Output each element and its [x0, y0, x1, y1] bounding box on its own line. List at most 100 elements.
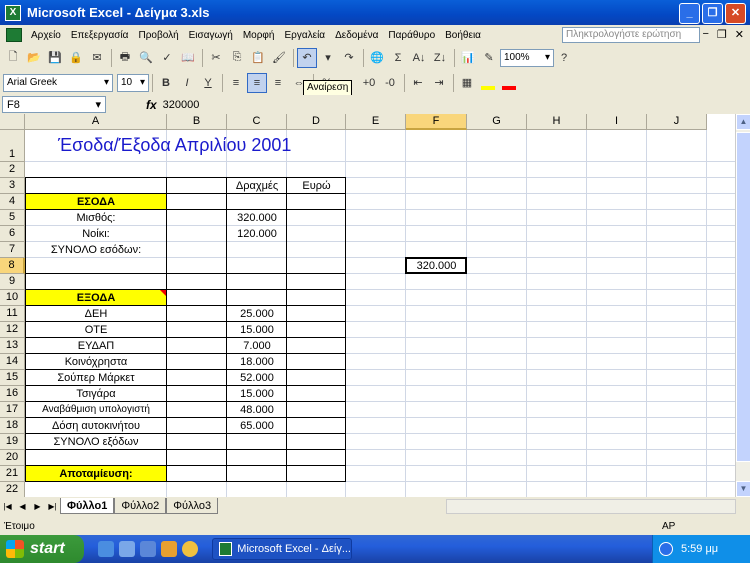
increase-decimal-icon[interactable]: +0: [359, 73, 379, 93]
help-question-input[interactable]: Πληκτρολογήστε ερώτηση: [562, 27, 700, 43]
undo-dropdown-icon[interactable]: ▾: [318, 48, 338, 68]
first-sheet-icon[interactable]: |◀: [0, 502, 15, 511]
menu-file[interactable]: Αρχείο: [26, 30, 66, 41]
fx-icon[interactable]: fx: [146, 98, 157, 112]
messenger-icon[interactable]: [182, 541, 198, 557]
vertical-scrollbar[interactable]: ▲ ▼: [735, 114, 750, 497]
name-box[interactable]: F8 ▾: [2, 96, 106, 113]
row-header[interactable]: 3: [0, 178, 25, 194]
tray-arrow-icon[interactable]: [659, 542, 673, 556]
tab-sheet3[interactable]: Φύλλο3: [166, 498, 219, 514]
redo-icon[interactable]: ↷: [339, 48, 359, 68]
row-header[interactable]: 19: [0, 434, 25, 450]
row-header[interactable]: 8: [0, 258, 25, 274]
row-header[interactable]: 4: [0, 194, 25, 210]
start-button[interactable]: start: [0, 535, 84, 563]
workbook-close-button[interactable]: ✕: [735, 28, 744, 41]
increase-indent-icon[interactable]: ⇥: [429, 73, 449, 93]
scroll-up-icon[interactable]: ▲: [736, 114, 750, 130]
prev-sheet-icon[interactable]: ◀: [15, 502, 30, 511]
row-header[interactable]: 16: [0, 386, 25, 402]
workbook-icon[interactable]: [6, 28, 22, 42]
menu-edit[interactable]: Επεξεργασία: [66, 30, 134, 41]
zoom-select[interactable]: 100% ▾: [500, 48, 554, 67]
row-header[interactable]: 1: [0, 130, 25, 162]
hyperlink-icon[interactable]: 🌐: [367, 48, 387, 68]
column-header[interactable]: H: [527, 114, 587, 130]
column-header[interactable]: I: [587, 114, 647, 130]
row-header[interactable]: 6: [0, 226, 25, 242]
fill-color-icon[interactable]: [478, 73, 498, 93]
spelling-icon[interactable]: ✓: [157, 48, 177, 68]
workbook-restore-button[interactable]: ❐: [717, 28, 727, 41]
align-left-icon[interactable]: ≡: [226, 73, 246, 93]
open-icon[interactable]: 📂: [24, 48, 44, 68]
scroll-down-icon[interactable]: ▼: [736, 481, 750, 497]
last-sheet-icon[interactable]: ▶|: [45, 502, 60, 511]
chart-wizard-icon[interactable]: 📊: [458, 48, 478, 68]
drawing-icon[interactable]: ✎: [479, 48, 499, 68]
tab-sheet2[interactable]: Φύλλο2: [114, 498, 167, 514]
underline-button[interactable]: Υ: [198, 73, 218, 93]
menu-format[interactable]: Μορφή: [238, 30, 280, 41]
autosum-icon[interactable]: Σ: [388, 48, 408, 68]
excel-app-icon[interactable]: X: [5, 4, 21, 21]
menu-tools[interactable]: Εργαλεία: [279, 30, 330, 41]
menu-view[interactable]: Προβολή: [133, 30, 183, 41]
cut-icon[interactable]: ✂: [206, 48, 226, 68]
row-header[interactable]: 9: [0, 274, 25, 290]
active-cell-selection[interactable]: [405, 257, 467, 274]
outlook-icon[interactable]: [119, 541, 135, 557]
research-icon[interactable]: 📖: [178, 48, 198, 68]
sort-ascending-icon[interactable]: A↓: [409, 48, 429, 68]
font-color-icon[interactable]: [499, 73, 519, 93]
row-header[interactable]: 17: [0, 402, 25, 418]
italic-button[interactable]: Ι: [177, 73, 197, 93]
minimize-button[interactable]: _: [679, 3, 700, 24]
select-all-corner[interactable]: [0, 114, 25, 130]
excel-task-button[interactable]: Microsoft Excel - Δείγ...: [212, 538, 352, 560]
email-icon[interactable]: ✉: [87, 48, 107, 68]
new-icon[interactable]: 🗋: [3, 48, 23, 68]
format-painter-icon[interactable]: 🖌: [269, 48, 289, 68]
row-header[interactable]: 12: [0, 322, 25, 338]
row-header[interactable]: 20: [0, 450, 25, 466]
row-header[interactable]: 10: [0, 290, 25, 306]
paste-icon[interactable]: 📋: [248, 48, 268, 68]
row-header[interactable]: 7: [0, 242, 25, 258]
column-header[interactable]: C: [227, 114, 287, 130]
scroll-thumb[interactable]: [736, 132, 750, 462]
formula-input[interactable]: 320000: [163, 99, 200, 111]
font-name-select[interactable]: Arial Greek ▾: [3, 73, 113, 92]
row-header[interactable]: 15: [0, 370, 25, 386]
row-header[interactable]: 11: [0, 306, 25, 322]
row-header[interactable]: 21: [0, 466, 25, 482]
column-header[interactable]: F: [406, 114, 467, 130]
print-preview-icon[interactable]: 🔍: [136, 48, 156, 68]
save-icon[interactable]: 💾: [45, 48, 65, 68]
row-header[interactable]: 13: [0, 338, 25, 354]
media-icon[interactable]: [161, 541, 177, 557]
sort-descending-icon[interactable]: Z↓: [430, 48, 450, 68]
borders-icon[interactable]: ▦: [457, 73, 477, 93]
undo-icon[interactable]: ↶: [297, 47, 317, 68]
restore-button[interactable]: ❐: [702, 3, 723, 24]
menu-help[interactable]: Βοήθεια: [440, 30, 486, 41]
menu-insert[interactable]: Εισαγωγή: [184, 30, 238, 41]
help-icon[interactable]: ?: [554, 48, 574, 68]
row-header[interactable]: 18: [0, 418, 25, 434]
next-sheet-icon[interactable]: ▶: [30, 502, 45, 511]
tab-sheet1[interactable]: Φύλλο1: [60, 498, 115, 514]
column-header[interactable]: J: [647, 114, 707, 130]
print-icon[interactable]: 🖶: [115, 48, 135, 68]
bold-button[interactable]: B: [156, 73, 176, 93]
align-right-icon[interactable]: ≡: [268, 73, 288, 93]
row-header[interactable]: 22: [0, 482, 25, 497]
font-size-select[interactable]: 10 ▾: [117, 73, 149, 92]
horizontal-scrollbar[interactable]: [446, 499, 736, 514]
column-header[interactable]: E: [346, 114, 406, 130]
row-header[interactable]: 5: [0, 210, 25, 226]
desktop-icon[interactable]: [140, 541, 156, 557]
close-button[interactable]: ✕: [725, 3, 746, 24]
spreadsheet-grid[interactable]: A B C D E F G H I J 1 2 3 4 5 6 7 8 9 10 11 12 13 14 15 16 17 18 19 2…: [0, 114, 735, 497]
